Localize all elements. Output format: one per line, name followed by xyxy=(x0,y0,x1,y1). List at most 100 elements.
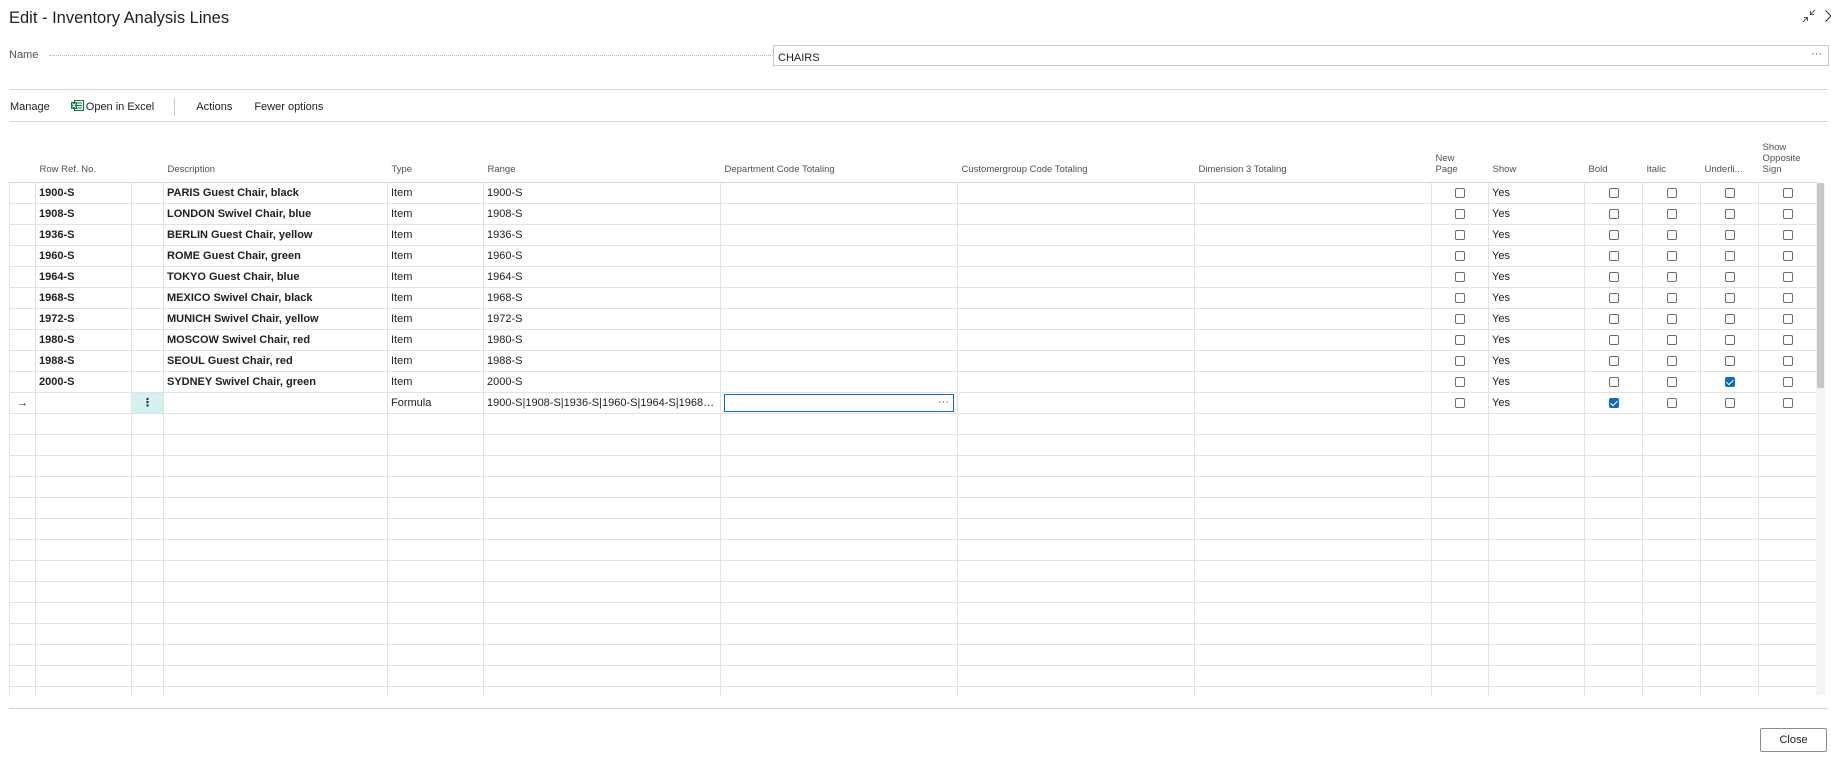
empty-cell[interactable] xyxy=(1700,623,1759,645)
empty-cell[interactable] xyxy=(1194,413,1432,435)
dimension-3-totaling-cell[interactable] xyxy=(1194,245,1432,267)
show-opposite-sign-checkbox[interactable] xyxy=(1782,208,1793,219)
customergroup-code-totaling-cell[interactable] xyxy=(957,392,1195,414)
empty-cell[interactable] xyxy=(1488,518,1585,540)
empty-cell[interactable] xyxy=(1488,539,1585,561)
empty-cell[interactable] xyxy=(1700,665,1759,687)
empty-cell[interactable] xyxy=(1488,497,1585,519)
empty-cell[interactable] xyxy=(1584,686,1643,696)
dimension-3-totaling-cell[interactable] xyxy=(1194,224,1432,246)
row-indicator[interactable] xyxy=(9,224,36,246)
fewer-options-button[interactable]: Fewer options xyxy=(254,101,323,113)
row-menu-cell[interactable] xyxy=(131,308,164,330)
empty-cell[interactable] xyxy=(35,539,132,561)
row-indicator[interactable] xyxy=(9,329,36,351)
customergroup-code-totaling-cell[interactable] xyxy=(957,350,1195,372)
empty-cell[interactable] xyxy=(1758,560,1817,582)
empty-cell[interactable] xyxy=(1584,497,1643,519)
type-cell[interactable]: Item xyxy=(387,203,484,225)
bold-checkbox[interactable] xyxy=(1608,208,1619,219)
underline-checkbox[interactable] xyxy=(1724,271,1735,282)
show-cell[interactable]: Yes xyxy=(1488,350,1585,372)
grid-scrollbar-thumb[interactable] xyxy=(1817,183,1824,388)
show-opposite-sign-checkbox[interactable] xyxy=(1782,397,1793,408)
new-page-checkbox[interactable] xyxy=(1455,397,1465,408)
empty-cell[interactable] xyxy=(1700,455,1759,477)
show-opposite-sign-checkbox[interactable] xyxy=(1782,250,1793,261)
empty-cell[interactable] xyxy=(720,623,958,645)
show-opposite-sign-checkbox[interactable] xyxy=(1782,376,1793,387)
customergroup-code-totaling-cell[interactable] xyxy=(957,182,1195,204)
italic-checkbox[interactable] xyxy=(1666,397,1677,408)
row-ref-no-cell[interactable]: 1988-S xyxy=(35,350,132,372)
col-header-range[interactable]: Range xyxy=(483,140,721,183)
empty-table-row[interactable] xyxy=(9,497,1817,519)
empty-cell[interactable] xyxy=(131,581,164,603)
row-menu-cell[interactable] xyxy=(131,329,164,351)
name-input[interactable] xyxy=(773,45,1829,66)
empty-cell[interactable] xyxy=(957,476,1195,498)
empty-cell[interactable] xyxy=(1584,644,1643,666)
empty-cell[interactable] xyxy=(35,560,132,582)
empty-cell[interactable] xyxy=(131,602,164,624)
col-header-description[interactable]: Description xyxy=(163,140,388,183)
empty-cell[interactable] xyxy=(483,413,721,435)
empty-cell[interactable] xyxy=(1194,623,1432,645)
dimension-3-totaling-cell[interactable] xyxy=(1194,392,1432,414)
show-cell[interactable]: Yes xyxy=(1488,329,1585,351)
table-row[interactable]: 1900-S PARIS Guest Chair, black Item 1900-S… xyxy=(9,182,1817,204)
description-cell[interactable]: TOKYO Guest Chair, blue xyxy=(163,266,388,288)
empty-cell[interactable] xyxy=(1642,455,1701,477)
actions-button[interactable]: Actions xyxy=(196,101,232,113)
underline-checkbox[interactable] xyxy=(1724,187,1735,198)
empty-cell[interactable] xyxy=(131,686,164,696)
row-menu-cell[interactable] xyxy=(131,203,164,225)
show-cell[interactable]: Yes xyxy=(1488,266,1585,288)
department-code-totaling-cell[interactable] xyxy=(720,371,958,393)
row-indicator[interactable] xyxy=(9,203,36,225)
new-page-checkbox[interactable] xyxy=(1455,250,1465,261)
type-cell[interactable]: Item xyxy=(387,266,484,288)
empty-cell[interactable] xyxy=(1642,623,1701,645)
empty-cell[interactable] xyxy=(1194,539,1432,561)
empty-cell[interactable] xyxy=(163,644,388,666)
empty-cell[interactable] xyxy=(483,644,721,666)
empty-cell[interactable] xyxy=(1700,497,1759,519)
row-indicator[interactable] xyxy=(9,266,36,288)
empty-cell[interactable] xyxy=(483,455,721,477)
empty-cell[interactable] xyxy=(163,518,388,540)
empty-cell[interactable] xyxy=(35,518,132,540)
empty-cell[interactable] xyxy=(1488,455,1585,477)
empty-cell[interactable] xyxy=(1431,602,1489,624)
show-opposite-sign-checkbox[interactable] xyxy=(1782,292,1793,303)
empty-cell[interactable] xyxy=(131,476,164,498)
row-indicator[interactable] xyxy=(9,308,36,330)
type-cell[interactable]: Formula xyxy=(387,392,484,414)
table-row[interactable]: 1980-S MOSCOW Swivel Chair, red Item 1980-S… xyxy=(9,329,1817,351)
empty-cell[interactable] xyxy=(163,497,388,519)
empty-table-row[interactable] xyxy=(9,623,1817,645)
empty-cell[interactable] xyxy=(35,665,132,687)
empty-cell[interactable] xyxy=(1584,518,1643,540)
empty-cell[interactable] xyxy=(1488,602,1585,624)
empty-cell[interactable] xyxy=(1584,581,1643,603)
show-cell[interactable]: Yes xyxy=(1488,203,1585,225)
empty-table-row[interactable] xyxy=(9,518,1817,540)
row-ref-no-cell[interactable]: 1968-S xyxy=(35,287,132,309)
new-page-checkbox[interactable] xyxy=(1455,292,1465,303)
empty-cell[interactable] xyxy=(1758,581,1817,603)
empty-cell[interactable] xyxy=(1758,434,1817,456)
col-header-row-ref-no[interactable]: Row Ref. No. xyxy=(35,140,132,183)
empty-cell[interactable] xyxy=(957,644,1195,666)
col-header-dimension-3-totaling[interactable]: Dimension 3 Totaling xyxy=(1194,140,1432,183)
type-cell[interactable]: Item xyxy=(387,329,484,351)
empty-cell[interactable] xyxy=(387,518,484,540)
underline-checkbox[interactable] xyxy=(1724,313,1735,324)
customergroup-code-totaling-cell[interactable] xyxy=(957,245,1195,267)
row-ref-no-cell[interactable]: 1980-S xyxy=(35,329,132,351)
description-cell[interactable] xyxy=(163,392,388,414)
empty-table-row[interactable] xyxy=(9,581,1817,603)
empty-cell[interactable] xyxy=(163,434,388,456)
empty-cell[interactable] xyxy=(1431,644,1489,666)
empty-cell[interactable] xyxy=(387,539,484,561)
